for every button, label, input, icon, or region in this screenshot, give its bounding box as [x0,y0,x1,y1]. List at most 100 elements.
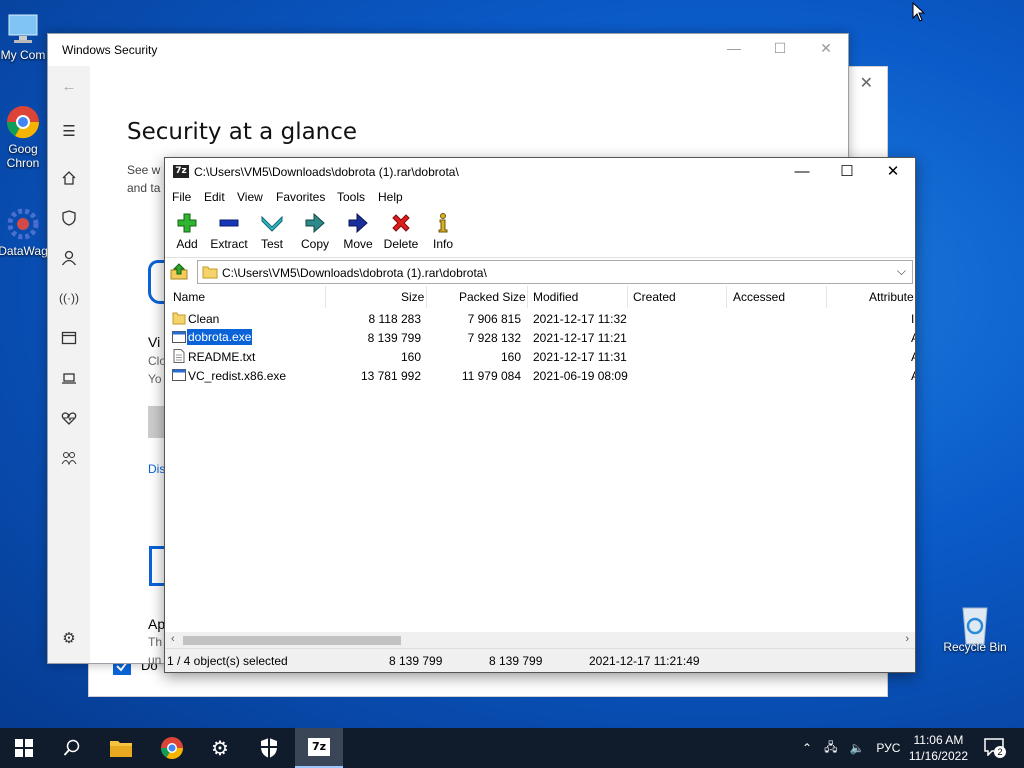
file-row-selected[interactable]: dobrota.exe 8 139 799 7 928 132 2021-12-… [165,328,915,347]
subtitle-line: and ta [127,181,161,195]
move-button[interactable]: Move [336,212,380,251]
file-row[interactable]: README.txt 160 160 2021-12-17 11:31 A [165,347,915,366]
delete-label: Delete [383,237,419,251]
extract-label: Extract [210,237,248,251]
column-created[interactable]: Created [633,290,676,304]
start-button[interactable] [0,728,48,768]
network-icon[interactable]: 🖧 [824,738,837,759]
scroll-left-icon[interactable]: ‹ [171,633,175,645]
file-row[interactable]: Clean 8 118 283 7 906 815 2021-12-17 11:… [165,309,915,328]
menu-view[interactable]: View [237,190,263,204]
file-modified: 2021-12-17 11:31 [533,350,627,364]
file-list: Name Size Packed Size Modified Created A… [165,286,915,632]
network-icon[interactable]: ((·)) [59,288,79,308]
system-tray: ⌃ 🖧 🔈 РУС [802,728,900,768]
status-size: 8 139 799 [389,654,443,668]
menu-tools[interactable]: Tools [337,190,365,204]
chevron-down-icon[interactable]: ⌵ [897,264,906,279]
home-icon[interactable] [59,168,79,188]
move-label: Move [343,237,373,251]
file-row[interactable]: VC_redist.x86.exe 13 781 992 11 979 084 … [165,366,915,385]
chrome-icon [5,104,41,140]
menu-bar: File Edit View Favorites Tools Help [165,186,915,208]
file-attr: A [911,369,915,383]
settings-gear-icon[interactable]: ⚙ [59,628,79,648]
file-explorer-button[interactable] [97,728,145,768]
subtitle-line: See w [127,163,161,177]
7zip-taskbar-button[interactable]: 7z [295,728,343,768]
window-title: C:\Users\VM5\Downloads\dobrota (1).rar\d… [194,165,459,179]
extract-button[interactable]: Extract [207,212,251,251]
column-size[interactable]: Size [401,290,424,304]
desktop: My Com Goog Chron DataWag Recycle Bin ✕ … [0,0,1024,728]
menu-file[interactable]: File [172,190,191,204]
account-icon[interactable] [59,248,79,268]
status-modified: 2021-12-17 11:21:49 [589,654,700,668]
add-label: Add [176,237,198,251]
mouse-cursor-icon [912,1,926,25]
settings-taskbar-button[interactable]: ⚙ [196,728,244,768]
file-size: 160 [400,350,421,364]
file-size: 8 139 799 [367,331,421,345]
section-fragment: un [148,653,162,667]
test-button[interactable]: Test [250,212,294,251]
file-attr: A [911,350,915,364]
minimize-icon[interactable]: — [722,40,746,56]
address-bar: C:\Users\VM5\Downloads\dobrota (1).rar\d… [165,259,915,285]
chevron-up-icon[interactable]: ⌃ [802,741,812,755]
shield-icon[interactable] [59,208,79,228]
file-packed: 7 906 815 [467,312,521,326]
hamburger-menu-icon[interactable]: ☰ [59,121,79,141]
copy-arrow-icon [293,212,337,234]
clock[interactable]: 11:06 AM 11/16/2022 [909,732,968,764]
column-name[interactable]: Name [173,290,205,304]
close-icon[interactable]: ✕ [860,73,873,93]
minimize-icon[interactable]: — [779,160,825,184]
health-icon[interactable] [59,408,79,428]
desktop-icon-recycle-bin[interactable]: Recycle Bin [940,602,1010,654]
close-icon[interactable]: ✕ [814,40,838,57]
back-arrow-icon[interactable]: ← [59,76,79,96]
column-attributes[interactable]: Attribute [869,290,914,304]
language-indicator[interactable]: РУС [876,741,900,755]
family-icon[interactable] [59,448,79,468]
column-modified[interactable]: Modified [533,290,578,304]
up-folder-button[interactable] [169,262,189,282]
security-taskbar-button[interactable] [245,728,293,768]
status-bar: 1 / 4 object(s) selected 8 139 799 8 139… [165,648,915,672]
column-accessed[interactable]: Accessed [733,290,785,304]
delete-x-icon [379,212,423,234]
scroll-right-icon[interactable]: › [905,633,909,645]
notification-count-badge: 2 [994,746,1006,758]
page-subtitle: See w and ta [127,161,160,197]
scroll-thumb[interactable] [183,636,401,645]
chrome-taskbar-button[interactable] [148,728,196,768]
app-browser-icon[interactable] [59,328,79,348]
horizontal-scrollbar[interactable]: ‹ › [165,632,915,649]
address-input[interactable]: C:\Users\VM5\Downloads\dobrota (1).rar\d… [197,260,913,284]
link-fragment[interactable]: Dis [148,462,165,476]
info-button[interactable]: Info [421,212,465,251]
volume-icon[interactable]: 🔈 [849,741,864,755]
maximize-icon[interactable]: ☐ [768,40,792,57]
column-packed-size[interactable]: Packed Size [459,290,526,304]
file-name: VC_redist.x86.exe [188,369,287,383]
delete-button[interactable]: Delete [379,212,423,251]
7zip-logo-icon: 7z [173,165,189,178]
menu-favorites[interactable]: Favorites [276,190,325,204]
menu-help[interactable]: Help [378,190,403,204]
notification-center-button[interactable]: 2 [984,738,1006,758]
file-attr: A [911,331,915,345]
add-button[interactable]: Add [165,212,209,251]
menu-edit[interactable]: Edit [204,190,225,204]
file-packed: 11 979 084 [461,369,521,383]
file-attr: I [911,312,915,326]
file-size: 13 781 992 [360,369,421,383]
device-security-icon[interactable] [59,368,79,388]
file-packed: 7 928 132 [467,331,521,345]
title-bar: Windows Security — ☐ ✕ [48,34,848,66]
maximize-icon[interactable]: ☐ [824,160,870,184]
close-icon[interactable]: ✕ [870,160,916,184]
search-button[interactable] [48,728,96,768]
copy-button[interactable]: Copy [293,212,337,251]
